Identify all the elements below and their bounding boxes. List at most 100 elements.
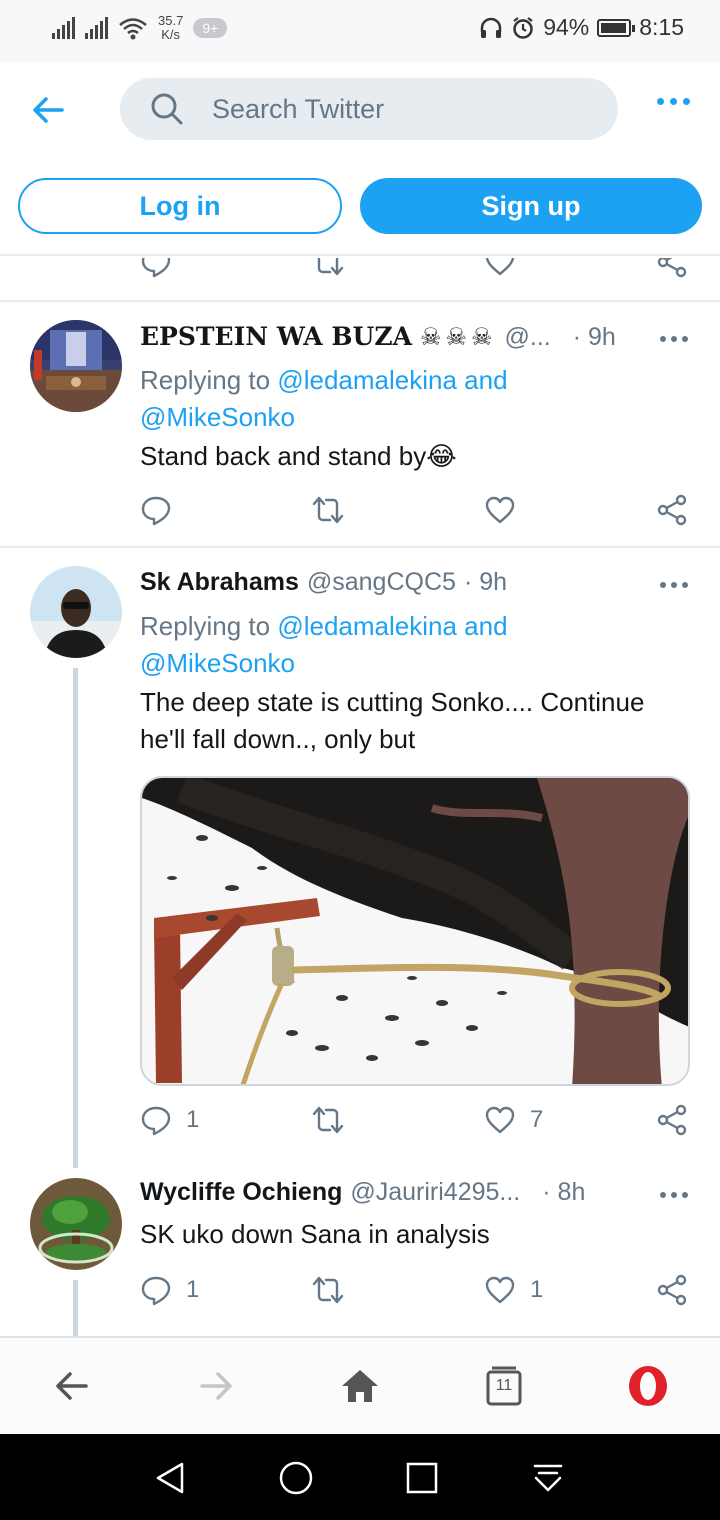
retweet-icon [317, 258, 344, 276]
tweet-header: Wycliffe Ochieng @Jauriri4295... · 8h [140, 1178, 696, 1214]
author-handle[interactable]: @Jauriri4295... [350, 1178, 520, 1207]
reply-icon [141, 1106, 171, 1136]
home-icon[interactable] [338, 1364, 382, 1408]
tweet-time[interactable]: · 9h [573, 323, 616, 352]
nav-recents-icon[interactable] [400, 1456, 444, 1500]
retweet-button[interactable] [312, 1274, 344, 1306]
retweet-button[interactable] [312, 1104, 344, 1136]
nav-home-icon[interactable] [274, 1456, 318, 1500]
reply-count: 1 [186, 1276, 200, 1303]
nav-back-icon[interactable] [148, 1456, 192, 1500]
tweet-text: Stand back and stand by😂 [140, 441, 457, 471]
wifi-icon [119, 18, 147, 40]
retweet-icon [312, 496, 344, 524]
mention-join[interactable]: and [464, 611, 507, 641]
tweet-time[interactable]: · 8h [542, 1178, 585, 1207]
network-speed-value: 35.7 [158, 13, 184, 28]
reply-icon [141, 1276, 171, 1306]
clock: 8:15 [639, 14, 684, 40]
heart-icon [485, 1276, 515, 1304]
tweet-item[interactable]: EPSTEIN WA BUZA ☠☠☠ @... · 9h Replying t… [0, 302, 720, 546]
tweet-text: The deep state is cutting Sonko.... Cont… [140, 687, 645, 754]
back-arrow-icon[interactable] [28, 90, 68, 130]
browser-forward-icon[interactable] [194, 1364, 238, 1408]
author-name[interactable]: Sk Abrahams [140, 568, 299, 597]
share-button[interactable] [656, 258, 688, 278]
share-button[interactable] [656, 494, 688, 526]
like-button[interactable]: 7 [484, 1104, 543, 1136]
retweet-icon [312, 1106, 344, 1134]
alarm-icon [513, 16, 533, 39]
heart-icon [485, 258, 515, 276]
retweet-button[interactable] [312, 258, 344, 278]
nav-notifications-icon[interactable] [526, 1456, 570, 1500]
heart-icon [485, 496, 515, 524]
top-header: Search Twitter [0, 62, 720, 158]
replying-to: Replying to @ledamalekina and @MikeSonko [140, 362, 696, 436]
like-button[interactable] [484, 494, 530, 526]
tweet-item[interactable]: Wycliffe Ochieng @Jauriri4295... · 8h SK… [0, 1158, 720, 1336]
tweet-menu-icon[interactable] [660, 582, 688, 588]
mention-link[interactable]: @ledamalekina [277, 365, 457, 395]
browser-toolbar: 11 [0, 1336, 720, 1434]
battery-percent: 94% [543, 14, 590, 40]
mention-link[interactable]: @MikeSonko [140, 648, 295, 678]
tweet-actions [140, 494, 700, 534]
tweet-menu-icon[interactable] [660, 1192, 688, 1198]
reply-button[interactable]: 1 [140, 1274, 199, 1306]
share-icon [657, 494, 687, 526]
reply-icon [141, 258, 171, 278]
browser-back-icon[interactable] [50, 1364, 94, 1408]
replying-to-label: Replying to [140, 611, 271, 641]
avatar[interactable] [30, 320, 122, 412]
mention-join[interactable]: and [464, 365, 507, 395]
author-handle[interactable]: @... [505, 323, 551, 352]
cell-signal-icon [52, 17, 75, 39]
skull-emoji: ☠☠☠ [419, 324, 497, 351]
retweet-icon [312, 1276, 344, 1304]
tweet-image[interactable] [140, 776, 690, 1086]
retweet-button[interactable] [312, 494, 344, 526]
share-button[interactable] [656, 1104, 688, 1136]
reply-count: 1 [186, 1106, 200, 1133]
more-options-icon[interactable] [657, 98, 690, 105]
tweet-item[interactable]: Sk Abrahams @sangCQC5 · 9h Replying to @… [0, 548, 720, 1168]
battery-icon [597, 18, 636, 37]
tweet-text: SK uko down Sana in analysis [140, 1219, 490, 1249]
share-icon [657, 258, 687, 278]
auth-bar: Log in Sign up [0, 158, 720, 256]
tweet-feed[interactable]: EPSTEIN WA BUZA ☠☠☠ @... · 9h Replying t… [0, 258, 720, 1336]
like-count: 1 [530, 1276, 544, 1303]
tweet-menu-icon[interactable] [660, 336, 688, 342]
author-name[interactable]: Wycliffe Ochieng [140, 1178, 342, 1207]
author-handle[interactable]: @sangCQC5 [307, 568, 456, 597]
tabs-button[interactable]: 11 [482, 1364, 526, 1408]
reply-button[interactable]: 1 [140, 1104, 199, 1136]
search-bar[interactable]: Search Twitter [120, 78, 618, 140]
heart-icon [485, 1106, 515, 1134]
like-count: 7 [530, 1106, 544, 1133]
reply-button[interactable] [140, 258, 172, 278]
replying-to: Replying to @ledamalekina and @MikeSonko [140, 608, 696, 682]
avatar[interactable] [30, 566, 122, 658]
network-speed: 35.7 K/s [158, 14, 183, 42]
avatar[interactable] [30, 1178, 122, 1270]
author-name[interactable]: EPSTEIN WA BUZA [140, 322, 412, 351]
opera-menu-icon[interactable] [626, 1364, 670, 1408]
previous-tweet-actions [140, 258, 700, 286]
like-button[interactable] [484, 258, 516, 278]
login-button[interactable]: Log in [18, 178, 342, 234]
share-icon [657, 1104, 687, 1136]
share-icon [657, 1274, 687, 1306]
reply-button[interactable] [140, 494, 186, 526]
tweet-time[interactable]: · 9h [464, 568, 507, 597]
mention-link[interactable]: @MikeSonko [140, 402, 295, 432]
share-button[interactable] [656, 1274, 688, 1306]
mention-link[interactable]: @ledamalekina [277, 611, 457, 641]
like-button[interactable]: 1 [484, 1274, 543, 1306]
search-icon [151, 93, 183, 125]
signup-button[interactable]: Sign up [360, 178, 702, 234]
status-bar: 35.7 K/s 9+ 94% 8:15 [0, 0, 720, 62]
search-input[interactable]: Search Twitter [212, 94, 384, 125]
reply-icon [141, 496, 171, 526]
